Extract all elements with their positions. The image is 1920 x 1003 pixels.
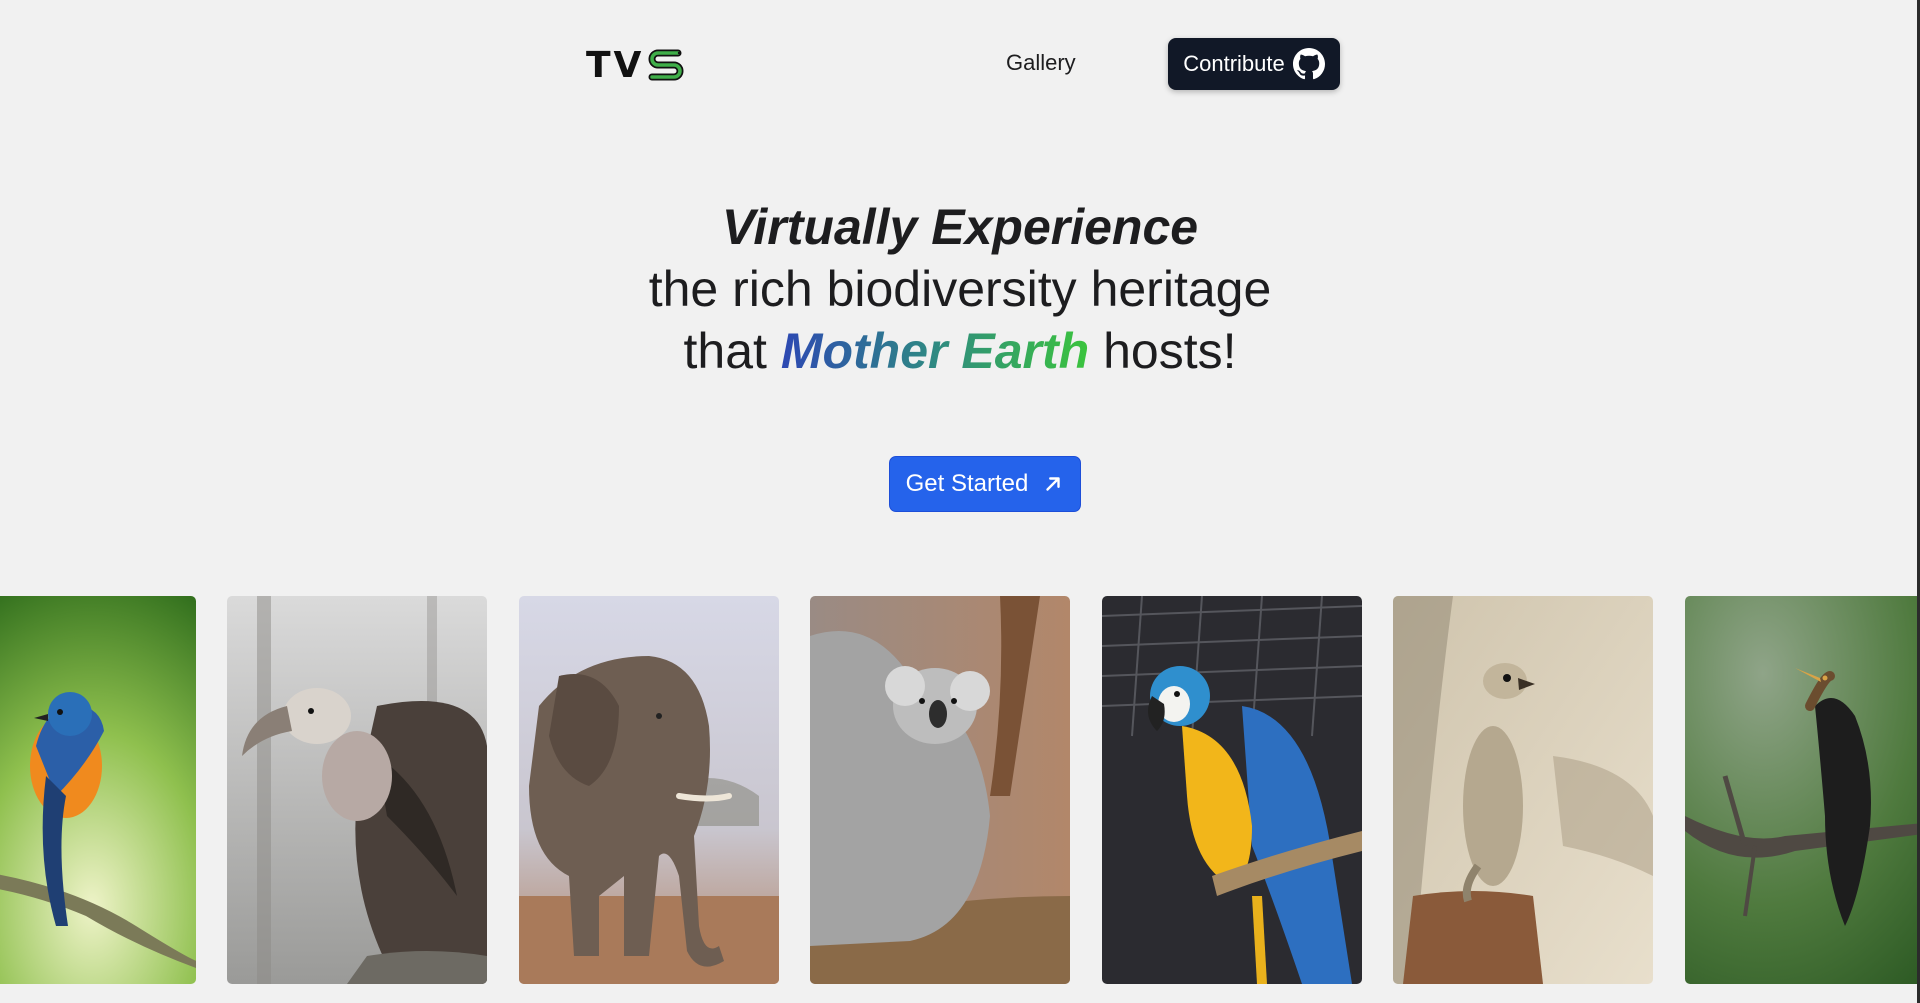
macaw-image: [1102, 596, 1362, 984]
logo-text: TV: [586, 44, 645, 86]
contribute-label: Contribute: [1183, 51, 1285, 76]
hero-tagline: that Mother Earth hosts!: [0, 320, 1920, 382]
tagline-prefix: that: [683, 323, 767, 379]
gallery-card-darter[interactable]: [1685, 596, 1920, 984]
hero-headline: Virtually Experience: [721, 199, 1199, 255]
darter-bird-image: [1685, 596, 1920, 984]
gallery-card-macaw[interactable]: [1102, 596, 1362, 984]
landing-page: TV Gallery Contribute Virtually Experien…: [0, 0, 1920, 1003]
meerkat-image: [1393, 596, 1653, 984]
elephant-image: [519, 596, 779, 984]
gallery-card-elephant[interactable]: [519, 596, 779, 984]
get-started-label: Get Started: [905, 470, 1029, 497]
gallery-card-flycatcher[interactable]: [0, 596, 196, 984]
mother-earth-highlight: Mother Earth: [780, 323, 1090, 379]
hero-section: Virtually Experience the rich biodiversi…: [0, 196, 1920, 382]
get-started-button[interactable]: Get Started: [889, 456, 1081, 512]
tagline-suffix: hosts!: [1103, 323, 1237, 379]
gallery-card-meerkat[interactable]: [1393, 596, 1653, 984]
snake-s-icon: [648, 49, 684, 81]
koala-image: [810, 596, 1070, 984]
site-logo[interactable]: TV: [586, 44, 686, 86]
gallery-card-vulture[interactable]: [227, 596, 487, 984]
gallery-card-koala[interactable]: [810, 596, 1070, 984]
arrow-up-right-icon: [1046, 477, 1061, 491]
nav-gallery-link[interactable]: Gallery: [1006, 50, 1076, 76]
github-icon: [1292, 48, 1325, 80]
animal-gallery-strip: [0, 596, 1920, 984]
flycatcher-bird-image: [0, 596, 196, 984]
hero-subline: the rich biodiversity heritage: [648, 261, 1272, 317]
contribute-button[interactable]: Contribute: [1168, 38, 1340, 90]
vulture-image: [227, 596, 487, 984]
